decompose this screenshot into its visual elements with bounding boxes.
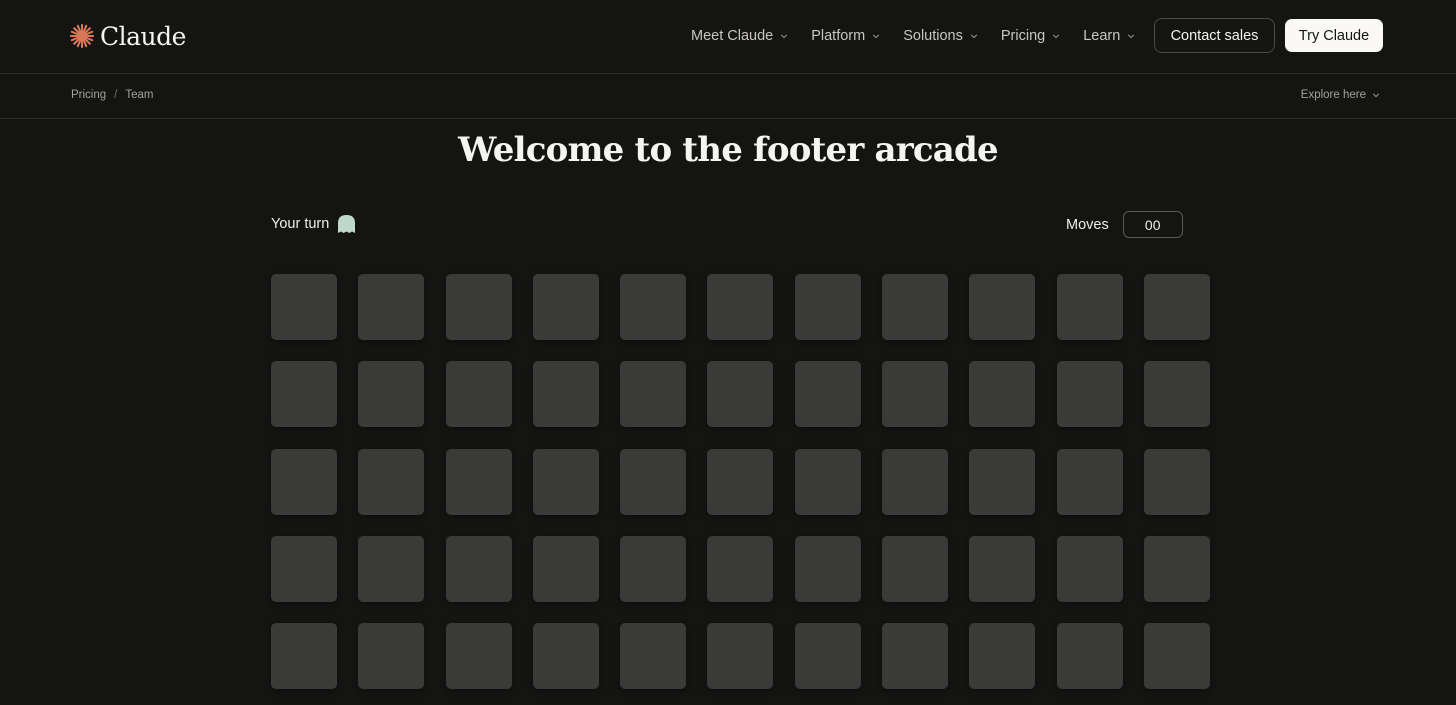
game-tile[interactable] xyxy=(707,274,774,340)
game-tile[interactable] xyxy=(1056,274,1123,340)
game-tile[interactable] xyxy=(532,361,599,428)
game-tile[interactable] xyxy=(1056,361,1123,428)
chevron-down-icon xyxy=(1372,93,1380,98)
moves-label: Moves xyxy=(1066,216,1109,233)
turn-indicator: Your turn xyxy=(271,214,356,234)
game-tile[interactable] xyxy=(271,274,337,340)
game-tile[interactable] xyxy=(882,448,949,515)
game-tile[interactable] xyxy=(707,448,774,515)
game-tile[interactable] xyxy=(620,623,687,690)
game-tile[interactable] xyxy=(969,623,1036,690)
ghost-icon xyxy=(338,215,356,233)
game-tile[interactable] xyxy=(794,274,861,340)
game-tile[interactable] xyxy=(445,535,512,602)
chevron-down-icon xyxy=(873,34,880,39)
game-tile[interactable] xyxy=(707,361,774,428)
game-tile[interactable] xyxy=(620,448,687,515)
game-tile[interactable] xyxy=(620,361,687,428)
game-tile[interactable] xyxy=(707,535,774,602)
game-tile[interactable] xyxy=(445,448,512,515)
nav-solutions[interactable]: Solutions xyxy=(903,28,978,44)
claude-starburst-icon xyxy=(70,24,94,48)
game-tile[interactable] xyxy=(794,623,861,690)
game-tile[interactable] xyxy=(271,361,337,428)
chevron-down-icon xyxy=(970,34,978,39)
game-tile[interactable] xyxy=(794,361,861,428)
nav-item-label: Solutions xyxy=(903,28,963,44)
nav-pricing[interactable]: Pricing xyxy=(1001,28,1060,44)
game-tile[interactable] xyxy=(620,535,687,602)
turn-label: Your turn xyxy=(271,216,330,232)
game-tile[interactable] xyxy=(445,274,512,340)
explore-here-label: Explore here xyxy=(1300,89,1366,101)
game-tile[interactable] xyxy=(969,448,1036,515)
game-tile[interactable] xyxy=(1056,623,1123,690)
nav-meet-claude[interactable]: Meet Claude xyxy=(691,28,788,44)
nav-item-label: Platform xyxy=(811,28,866,44)
game-tile[interactable] xyxy=(707,623,774,690)
page-title: Welcome to the footer arcade xyxy=(458,130,998,170)
breadcrumb-team[interactable]: Team xyxy=(125,89,153,101)
arcade-grid xyxy=(271,274,1210,690)
chevron-down-icon xyxy=(1053,34,1060,39)
game-tile[interactable] xyxy=(969,274,1036,340)
nav-learn[interactable]: Learn xyxy=(1083,28,1135,44)
game-tile[interactable] xyxy=(358,535,425,602)
nav-item-label: Learn xyxy=(1083,28,1121,44)
game-tile[interactable] xyxy=(358,274,425,340)
game-tile[interactable] xyxy=(445,623,512,690)
game-tile[interactable] xyxy=(532,448,599,515)
game-tile[interactable] xyxy=(969,361,1036,428)
top-navigation: Claude Meet Claude Platform Solutions Prici… xyxy=(0,0,1456,74)
main-nav-menu: Meet Claude Platform Solutions Pricing Learn xyxy=(691,25,1158,47)
game-tile[interactable] xyxy=(271,623,337,690)
moves-value: 00 xyxy=(1122,211,1183,238)
game-tile[interactable] xyxy=(882,623,949,690)
game-tile[interactable] xyxy=(271,448,337,515)
game-tile[interactable] xyxy=(532,274,599,340)
game-tile[interactable] xyxy=(445,361,512,428)
game-tile[interactable] xyxy=(1143,274,1210,340)
game-tile[interactable] xyxy=(1143,535,1210,602)
breadcrumb-pricing[interactable]: Pricing xyxy=(71,89,106,101)
chevron-down-icon xyxy=(781,34,788,39)
brand-name: Claude xyxy=(100,21,186,51)
game-tile[interactable] xyxy=(620,274,687,340)
nav-platform[interactable]: Platform xyxy=(811,28,880,44)
game-tile[interactable] xyxy=(532,535,599,602)
chevron-down-icon xyxy=(1128,34,1135,39)
nav-item-label: Meet Claude xyxy=(691,28,774,44)
game-tile[interactable] xyxy=(969,535,1036,602)
breadcrumb-separator: / xyxy=(114,89,118,101)
game-tile[interactable] xyxy=(358,361,425,428)
game-tile[interactable] xyxy=(882,535,949,602)
claude-logo[interactable]: Claude xyxy=(70,21,186,51)
game-tile[interactable] xyxy=(794,535,861,602)
explore-here-dropdown[interactable]: Explore here xyxy=(1301,89,1380,101)
sub-navigation: Pricing / Team Explore here xyxy=(0,75,1456,119)
game-tile[interactable] xyxy=(882,274,949,340)
nav-item-label: Pricing xyxy=(1000,28,1046,44)
game-tile[interactable] xyxy=(1143,361,1210,428)
moves-counter: Moves 00 xyxy=(1066,211,1183,238)
game-tile[interactable] xyxy=(1056,535,1123,602)
game-tile[interactable] xyxy=(358,623,425,690)
game-tile[interactable] xyxy=(1143,448,1210,515)
game-tile[interactable] xyxy=(794,448,861,515)
try-claude-button[interactable]: Try Claude xyxy=(1285,19,1383,52)
game-tile[interactable] xyxy=(532,623,599,690)
contact-sales-button[interactable]: Contact sales xyxy=(1154,18,1275,53)
game-tile[interactable] xyxy=(358,448,425,515)
game-tile[interactable] xyxy=(271,535,337,602)
game-tile[interactable] xyxy=(1143,623,1210,690)
game-tile[interactable] xyxy=(1056,448,1123,515)
breadcrumb: Pricing / Team xyxy=(71,89,153,101)
game-tile[interactable] xyxy=(882,361,949,428)
